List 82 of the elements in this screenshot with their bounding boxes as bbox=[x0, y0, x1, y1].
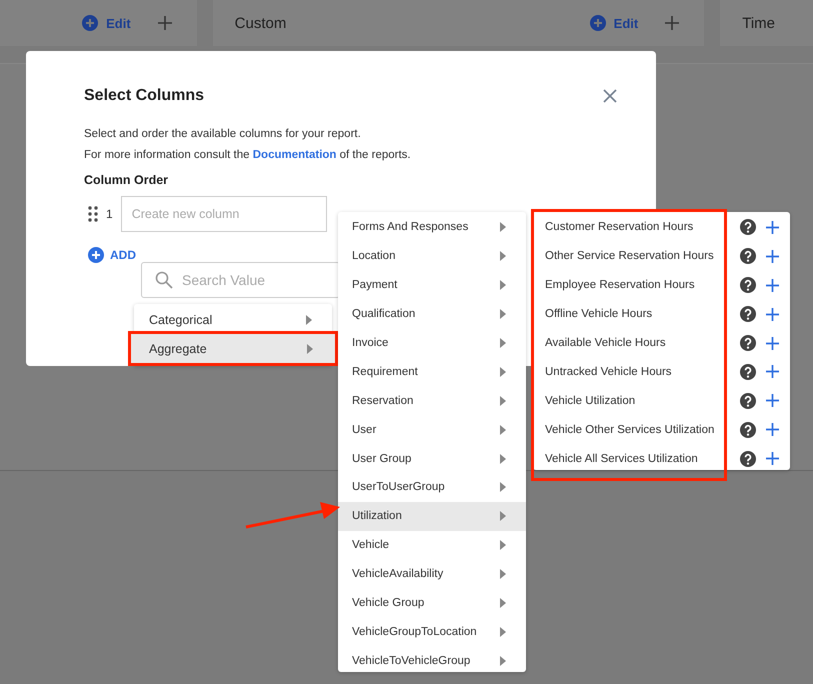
menu-item[interactable]: Vehicle All Services Utilization bbox=[545, 452, 740, 465]
caret-icon bbox=[500, 338, 506, 348]
close-icon[interactable] bbox=[602, 88, 618, 104]
caret-icon bbox=[500, 280, 506, 290]
help-icon[interactable] bbox=[740, 277, 756, 294]
dialog-title: Select Columns bbox=[84, 87, 204, 105]
menu-item[interactable]: Available Vehicle Hours bbox=[545, 337, 740, 349]
menu-item[interactable]: Customer Reservation Hours bbox=[545, 221, 740, 234]
caret-icon bbox=[307, 344, 313, 354]
caret-icon bbox=[500, 251, 506, 262]
menu-item[interactable]: Invoice bbox=[338, 328, 526, 358]
menu-item[interactable]: Utilization bbox=[338, 502, 526, 531]
menu-item[interactable]: Forms And Responses bbox=[338, 213, 526, 242]
caret-icon bbox=[306, 314, 312, 324]
section-heading: Column Order bbox=[84, 173, 170, 187]
intro-text: Select and order the available columns for your report. bbox=[84, 127, 362, 142]
add-circle-icon bbox=[590, 15, 606, 31]
help-icon[interactable] bbox=[740, 335, 756, 351]
column-input[interactable]: Create new column bbox=[120, 196, 327, 232]
caret-icon bbox=[500, 626, 506, 637]
menu-item[interactable]: Qualification bbox=[338, 300, 526, 329]
plus-icon[interactable] bbox=[766, 336, 779, 350]
menu-item[interactable]: Reservation bbox=[338, 386, 526, 416]
search-field[interactable]: Search Value bbox=[141, 262, 340, 298]
add-circle-icon bbox=[82, 15, 98, 31]
menu-item[interactable]: Vehicle Other Services Utilization bbox=[545, 424, 740, 436]
caret-icon bbox=[500, 482, 506, 492]
menu-item[interactable]: Aggregate bbox=[131, 334, 335, 363]
menu-item[interactable]: Other Service Reservation Hours bbox=[545, 250, 740, 262]
caret-icon bbox=[500, 222, 506, 232]
plus-icon[interactable] bbox=[766, 220, 779, 234]
caret-icon bbox=[500, 424, 506, 435]
menu-item[interactable]: Vehicle Utilization bbox=[545, 394, 740, 407]
menu-item[interactable]: Offline Vehicle Hours bbox=[545, 308, 740, 320]
menu-item[interactable]: Requirement bbox=[338, 357, 526, 386]
plus-icon[interactable] bbox=[766, 308, 779, 321]
caret-icon bbox=[500, 396, 506, 406]
menu-item[interactable]: VehicleGroupToLocation bbox=[338, 617, 526, 646]
menu-item[interactable]: Vehicle bbox=[338, 530, 526, 560]
menu-item[interactable]: User Group bbox=[338, 444, 526, 474]
help-icon[interactable] bbox=[740, 422, 756, 438]
menu-item[interactable]: Employee Reservation Hours bbox=[545, 279, 740, 292]
card-title: Time bbox=[742, 14, 775, 32]
plus-icon[interactable] bbox=[766, 394, 779, 408]
menu-item[interactable]: Categorical bbox=[134, 305, 332, 334]
card-title: Custom bbox=[234, 14, 286, 32]
menu-item[interactable]: VehicleToVehicleGroup bbox=[338, 646, 526, 676]
plus-icon[interactable] bbox=[156, 15, 173, 31]
plus-icon[interactable] bbox=[664, 15, 680, 31]
info-text: For more information consult the Documentation of the reports. bbox=[84, 148, 412, 163]
add-link[interactable]: ADD bbox=[110, 248, 136, 262]
documentation-link[interactable]: Documentation bbox=[252, 149, 336, 161]
plus-icon[interactable] bbox=[766, 452, 779, 466]
menu-item[interactable]: Untracked Vehicle Hours bbox=[545, 366, 740, 378]
help-icon[interactable] bbox=[740, 306, 756, 322]
plus-icon[interactable] bbox=[766, 365, 779, 378]
drag-handle-icon[interactable] bbox=[88, 206, 98, 222]
caret-icon bbox=[500, 366, 506, 377]
row-number: 1 bbox=[106, 207, 113, 221]
menu-item[interactable]: User bbox=[338, 415, 526, 444]
caret-icon bbox=[500, 540, 506, 550]
add-circle-icon[interactable] bbox=[88, 247, 104, 263]
help-icon[interactable] bbox=[740, 364, 756, 380]
caret-icon bbox=[500, 656, 506, 666]
plus-icon[interactable] bbox=[766, 278, 779, 292]
menu-item[interactable]: Location bbox=[338, 242, 526, 271]
plus-icon[interactable] bbox=[766, 250, 779, 263]
caret-icon bbox=[500, 511, 506, 522]
caret-icon bbox=[500, 569, 506, 580]
caret-icon bbox=[500, 309, 506, 320]
caret-icon bbox=[500, 598, 506, 608]
help-icon[interactable] bbox=[740, 392, 756, 409]
menu-item[interactable]: Payment bbox=[338, 270, 526, 300]
menu-item[interactable]: UserToUserGroup bbox=[338, 473, 526, 502]
search-icon bbox=[155, 271, 173, 289]
caret-icon bbox=[500, 454, 506, 464]
menu-item[interactable]: VehicleAvailability bbox=[338, 560, 526, 589]
help-icon[interactable] bbox=[740, 450, 756, 467]
help-icon[interactable] bbox=[740, 248, 756, 264]
menu-item[interactable]: Vehicle Group bbox=[338, 588, 526, 618]
help-icon[interactable] bbox=[740, 219, 756, 236]
plus-icon[interactable] bbox=[766, 423, 779, 436]
